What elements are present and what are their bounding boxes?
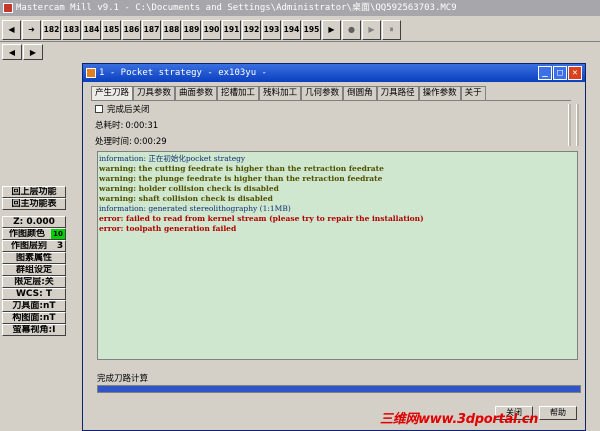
toolbar-button-187[interactable]: 187 [142, 19, 161, 40]
pause-icon[interactable]: ⏸ [382, 19, 401, 40]
total-time-value: 0:00:31 [125, 121, 159, 131]
log-line: information: generated stereolithography… [99, 204, 291, 213]
step-icon[interactable]: ▶ [362, 19, 381, 40]
toolbar-button-191[interactable]: 191 [222, 19, 241, 40]
close-after-label: 完成后关闭 [107, 105, 150, 115]
layer-value: 3 [56, 241, 64, 251]
color-label: 作图颜色 [8, 229, 45, 239]
log-line: warning: shaft collision check is disabl… [99, 194, 273, 203]
progress-bar [97, 385, 581, 393]
toolbar-button-189[interactable]: 189 [182, 19, 201, 40]
minimize-button[interactable]: _ [538, 66, 552, 80]
close-after-option[interactable]: 完成后关闭 [95, 103, 150, 115]
screen-view-button[interactable]: 萤幕视角:I [2, 324, 66, 336]
log-line: warning: holder collision check is disab… [99, 184, 279, 193]
toolbar-button-192[interactable]: 192 [242, 19, 261, 40]
play-icon[interactable]: ▶ [322, 19, 341, 40]
tab-toolpath[interactable]: 刀具路径 [376, 86, 419, 100]
process-time-value: 0:00:29 [133, 137, 167, 147]
footer-help-button[interactable]: 帮助 [539, 406, 577, 420]
process-time-label: 处理时间: [95, 137, 132, 147]
layer-label: 作图层别 [10, 241, 47, 251]
dialog-tabs: 产生刀路 刀具参数 曲面参数 挖槽加工 残料加工 几何参数 倒圆角 刀具路径 操… [91, 86, 486, 100]
construction-plane-button[interactable]: 构图面:nT [2, 312, 66, 324]
toolbar-button-182[interactable]: 182 [42, 19, 61, 40]
main-function-button[interactable]: 回主功能表 [2, 198, 66, 210]
log-line: error: toolpath generation failed [99, 224, 237, 233]
toolbar-button-195[interactable]: 195 [302, 19, 321, 40]
tool-plane-button[interactable]: 刀具面:nT [2, 300, 66, 312]
limit-layer-button[interactable]: 限定层:关 [2, 276, 66, 288]
log-line: information: 正在初始化pocket strategy [99, 154, 246, 163]
z-depth[interactable]: Z: 0.000 [2, 216, 66, 228]
maximize-button[interactable]: □ [553, 66, 567, 80]
toolbar-button-184[interactable]: 184 [82, 19, 101, 40]
color-value: 10 [51, 229, 65, 239]
tab-geometry[interactable]: 几何参数 [301, 86, 344, 100]
log-line: warning: the plunge feedrate is higher t… [99, 174, 383, 183]
secondary-nav: ◀ ▶ [2, 44, 44, 60]
close-after-checkbox[interactable] [95, 105, 103, 113]
toolbar-button-194[interactable]: 194 [282, 19, 301, 40]
tab-tool-params[interactable]: 刀具参数 [133, 86, 176, 100]
wcs-button[interactable]: WCS: T [2, 288, 66, 300]
record-icon[interactable]: ● [342, 19, 361, 40]
log-line: warning: the cutting feedrate is higher … [99, 164, 384, 173]
pocket-strategy-dialog: 1 - Pocket strategy - ex103yu - _ □ ✕ 产生… [82, 63, 586, 431]
tab-pocketing[interactable]: 挖槽加工 [217, 86, 260, 100]
next-icon[interactable]: ▶ [23, 44, 43, 60]
toolbar-button-183[interactable]: 183 [62, 19, 81, 40]
dialog-title: 1 - Pocket strategy - ex103yu - [99, 68, 267, 78]
close-button[interactable]: ✕ [568, 66, 582, 80]
divider-bar [568, 104, 571, 146]
back-arrow-button[interactable]: ◀ [2, 19, 21, 40]
layer-setting[interactable]: 作图层别 3 [2, 240, 66, 252]
toolbar-button-188[interactable]: 188 [162, 19, 181, 40]
log-line: error: failed to read from kernel stream… [99, 214, 424, 223]
dialog-title-bar: 1 - Pocket strategy - ex103yu - _ □ ✕ [83, 64, 585, 82]
tab-generate[interactable]: 产生刀路 [91, 86, 134, 100]
group-button[interactable]: 群组设定 [2, 264, 66, 276]
watermark: 三维网www.3dportal.cn [380, 412, 539, 427]
tab-surface-params[interactable]: 曲面参数 [175, 86, 218, 100]
attributes-button[interactable]: 图素属性 [2, 252, 66, 264]
back-function-button[interactable]: 回上层功能 [2, 186, 66, 198]
tab-about[interactable]: 关于 [460, 86, 486, 100]
prev-icon[interactable]: ◀ [2, 44, 22, 60]
forward-arrow-button[interactable]: ➜ [22, 19, 41, 40]
toolbar-button-186[interactable]: 186 [122, 19, 141, 40]
tab-fillet[interactable]: 倒圆角 [343, 86, 377, 100]
toolbar-button-185[interactable]: 185 [102, 19, 121, 40]
toolbar: ◀ ➜ 182 183 184 185 186 187 188 189 190 … [0, 18, 600, 42]
process-time-row: 处理时间: 0:00:29 [95, 135, 167, 147]
toolbar-button-190[interactable]: 190 [202, 19, 221, 40]
message-log: information: 正在初始化pocket strategy warnin… [97, 151, 578, 360]
total-time-label: 总耗时: [95, 121, 124, 131]
total-time-row: 总耗时: 0:00:31 [95, 119, 158, 131]
tab-rest-machining[interactable]: 残料加工 [259, 86, 302, 100]
app-title: Mastercam Mill v9.1 - C:\Documents and S… [16, 3, 457, 13]
left-function-panel: 回上层功能 回主功能表 Z: 0.000 作图颜色 10 作图层别 3 图素属性… [2, 186, 66, 336]
dialog-icon [86, 68, 96, 78]
divider-bar [576, 104, 579, 146]
tab-operation-params[interactable]: 操作参数 [418, 86, 461, 100]
app-title-bar: Mastercam Mill v9.1 - C:\Documents and S… [0, 0, 600, 16]
app-icon [3, 3, 13, 13]
tab-divider [91, 100, 571, 101]
toolbar-button-193[interactable]: 193 [262, 19, 281, 40]
status-text: 完成刀路计算 [97, 374, 149, 384]
color-setting[interactable]: 作图颜色 10 [2, 228, 66, 240]
